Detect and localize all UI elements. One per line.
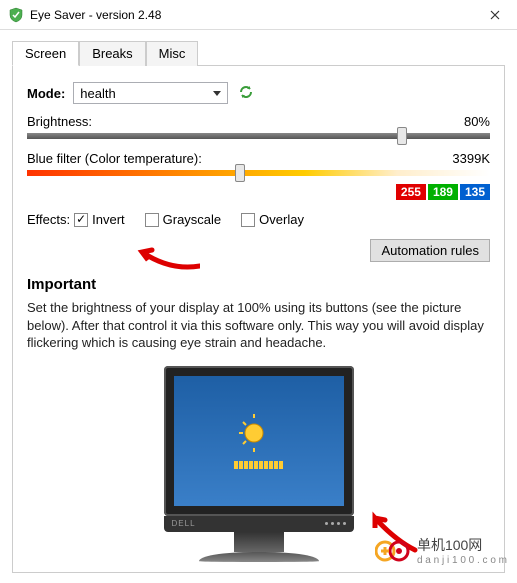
refresh-icon xyxy=(238,84,254,100)
tabs: Screen Breaks Misc xyxy=(12,40,505,66)
watermark-logo-icon xyxy=(375,539,411,563)
titlebar: Eye Saver - version 2.48 xyxy=(0,0,517,30)
bluefilter-value: 3399K xyxy=(452,151,490,166)
invert-label: Invert xyxy=(92,212,125,227)
monitor-brand: DELL xyxy=(172,519,196,528)
bluefilter-thumb[interactable] xyxy=(235,164,245,182)
grayscale-checkbox[interactable] xyxy=(145,213,159,227)
tab-misc[interactable]: Misc xyxy=(146,41,199,66)
brightness-value: 80% xyxy=(464,114,490,129)
grayscale-label: Grayscale xyxy=(163,212,222,227)
watermark-text: 单机100网 xyxy=(417,535,507,555)
brightness-slider[interactable] xyxy=(27,133,490,139)
rgb-g: 189 xyxy=(428,184,458,200)
bluefilter-slider[interactable] xyxy=(27,170,490,176)
close-button[interactable] xyxy=(472,0,517,30)
mode-label: Mode: xyxy=(27,86,65,101)
brightness-thumb[interactable] xyxy=(397,127,407,145)
brightness-label: Brightness: xyxy=(27,114,92,129)
brightness-section: Brightness: 80% xyxy=(27,114,490,139)
sun-moon-icon xyxy=(239,413,279,453)
watermark-url: d a n j i 1 0 0 . c o m xyxy=(417,555,507,566)
screen-panel: Mode: health Brightness: 80% Blue filter… xyxy=(12,66,505,573)
monitor-buttons-icon xyxy=(325,522,346,525)
mode-dropdown[interactable]: health xyxy=(73,82,228,104)
important-section: Important Set the brightness of your dis… xyxy=(27,276,490,352)
rgb-b: 135 xyxy=(460,184,490,200)
mode-value: health xyxy=(80,86,115,101)
effects-label: Effects: xyxy=(27,212,70,227)
important-text: Set the brightness of your display at 10… xyxy=(27,299,490,352)
window-title: Eye Saver - version 2.48 xyxy=(30,8,472,22)
tab-screen[interactable]: Screen xyxy=(12,41,79,66)
tab-breaks[interactable]: Breaks xyxy=(79,41,145,66)
invert-checkbox[interactable] xyxy=(74,213,88,227)
important-heading: Important xyxy=(27,276,490,293)
brightness-bar-icon xyxy=(234,461,283,469)
refresh-button[interactable] xyxy=(238,84,254,103)
watermark: 单机100网 d a n j i 1 0 0 . c o m xyxy=(375,535,507,566)
overlay-checkbox[interactable] xyxy=(241,213,255,227)
automation-rules-button[interactable]: Automation rules xyxy=(370,239,490,262)
annotation-arrow-icon xyxy=(130,246,200,276)
overlay-label: Overlay xyxy=(259,212,304,227)
close-icon xyxy=(490,10,500,20)
bluefilter-section: Blue filter (Color temperature): 3399K 2… xyxy=(27,151,490,200)
effects-row: Effects: Invert Grayscale Overlay xyxy=(27,212,490,227)
bluefilter-label: Blue filter (Color temperature): xyxy=(27,151,202,166)
shield-icon xyxy=(8,7,24,23)
rgb-r: 255 xyxy=(396,184,426,200)
rgb-badges: 255 189 135 xyxy=(27,184,490,200)
